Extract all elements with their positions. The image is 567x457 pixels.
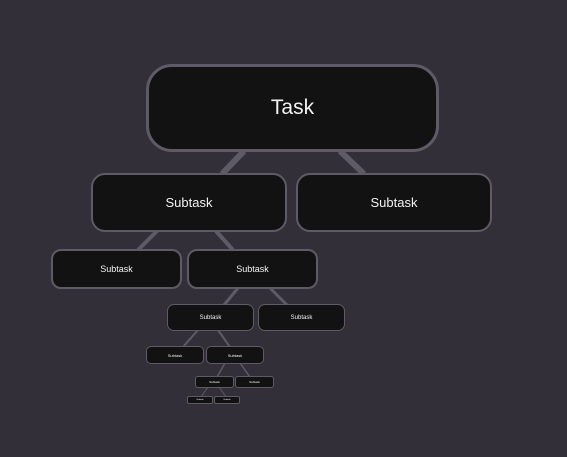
node-label: Subtask <box>167 352 183 358</box>
node-label: Subtask <box>223 399 231 401</box>
node-label: Subtask <box>370 195 418 210</box>
connector-edge <box>214 229 235 252</box>
node-label: Subtask <box>100 264 133 274</box>
subtask-node[interactable]: Subtask <box>258 304 345 331</box>
subtask-node[interactable]: Subtask <box>195 376 234 388</box>
connector-edge <box>337 148 367 177</box>
subtask-node[interactable]: Subtask <box>91 173 287 232</box>
subtask-node[interactable]: Subtask <box>146 346 204 364</box>
subtask-node[interactable]: Subtask <box>167 304 254 331</box>
connector-edge <box>136 229 159 252</box>
subtask-node[interactable]: Subtask <box>51 249 182 289</box>
node-label: Subtask <box>196 399 204 401</box>
node-label: Task <box>270 96 315 119</box>
node-label: Subtask <box>165 195 213 210</box>
subtask-node[interactable]: Subtask <box>187 249 318 289</box>
node-label: Subtask <box>236 264 269 274</box>
task-node-root[interactable]: Task <box>146 64 439 152</box>
subtask-node[interactable]: Subtask <box>206 346 264 364</box>
node-label: Subtask <box>209 380 220 384</box>
connector-edge <box>182 329 199 348</box>
subtask-node[interactable]: Subtask <box>296 173 492 232</box>
connector-edge <box>217 329 231 348</box>
connector-edge <box>239 362 251 378</box>
node-label: Subtask <box>227 352 243 358</box>
subtask-node[interactable]: Subtask <box>235 376 274 388</box>
subtask-node[interactable]: Subtask <box>214 396 240 404</box>
node-label: Subtask <box>249 380 260 384</box>
task-tree-diagram: Task Subtask Subtask Subtask Subtask Sub… <box>0 0 567 457</box>
connector-edge <box>268 286 289 307</box>
node-label: Subtask <box>290 314 313 321</box>
connector-edge <box>222 287 240 306</box>
node-label: Subtask <box>199 314 222 321</box>
connector-edge <box>216 362 226 378</box>
subtask-node[interactable]: Subtask <box>187 396 213 404</box>
connector-edge <box>219 148 247 177</box>
